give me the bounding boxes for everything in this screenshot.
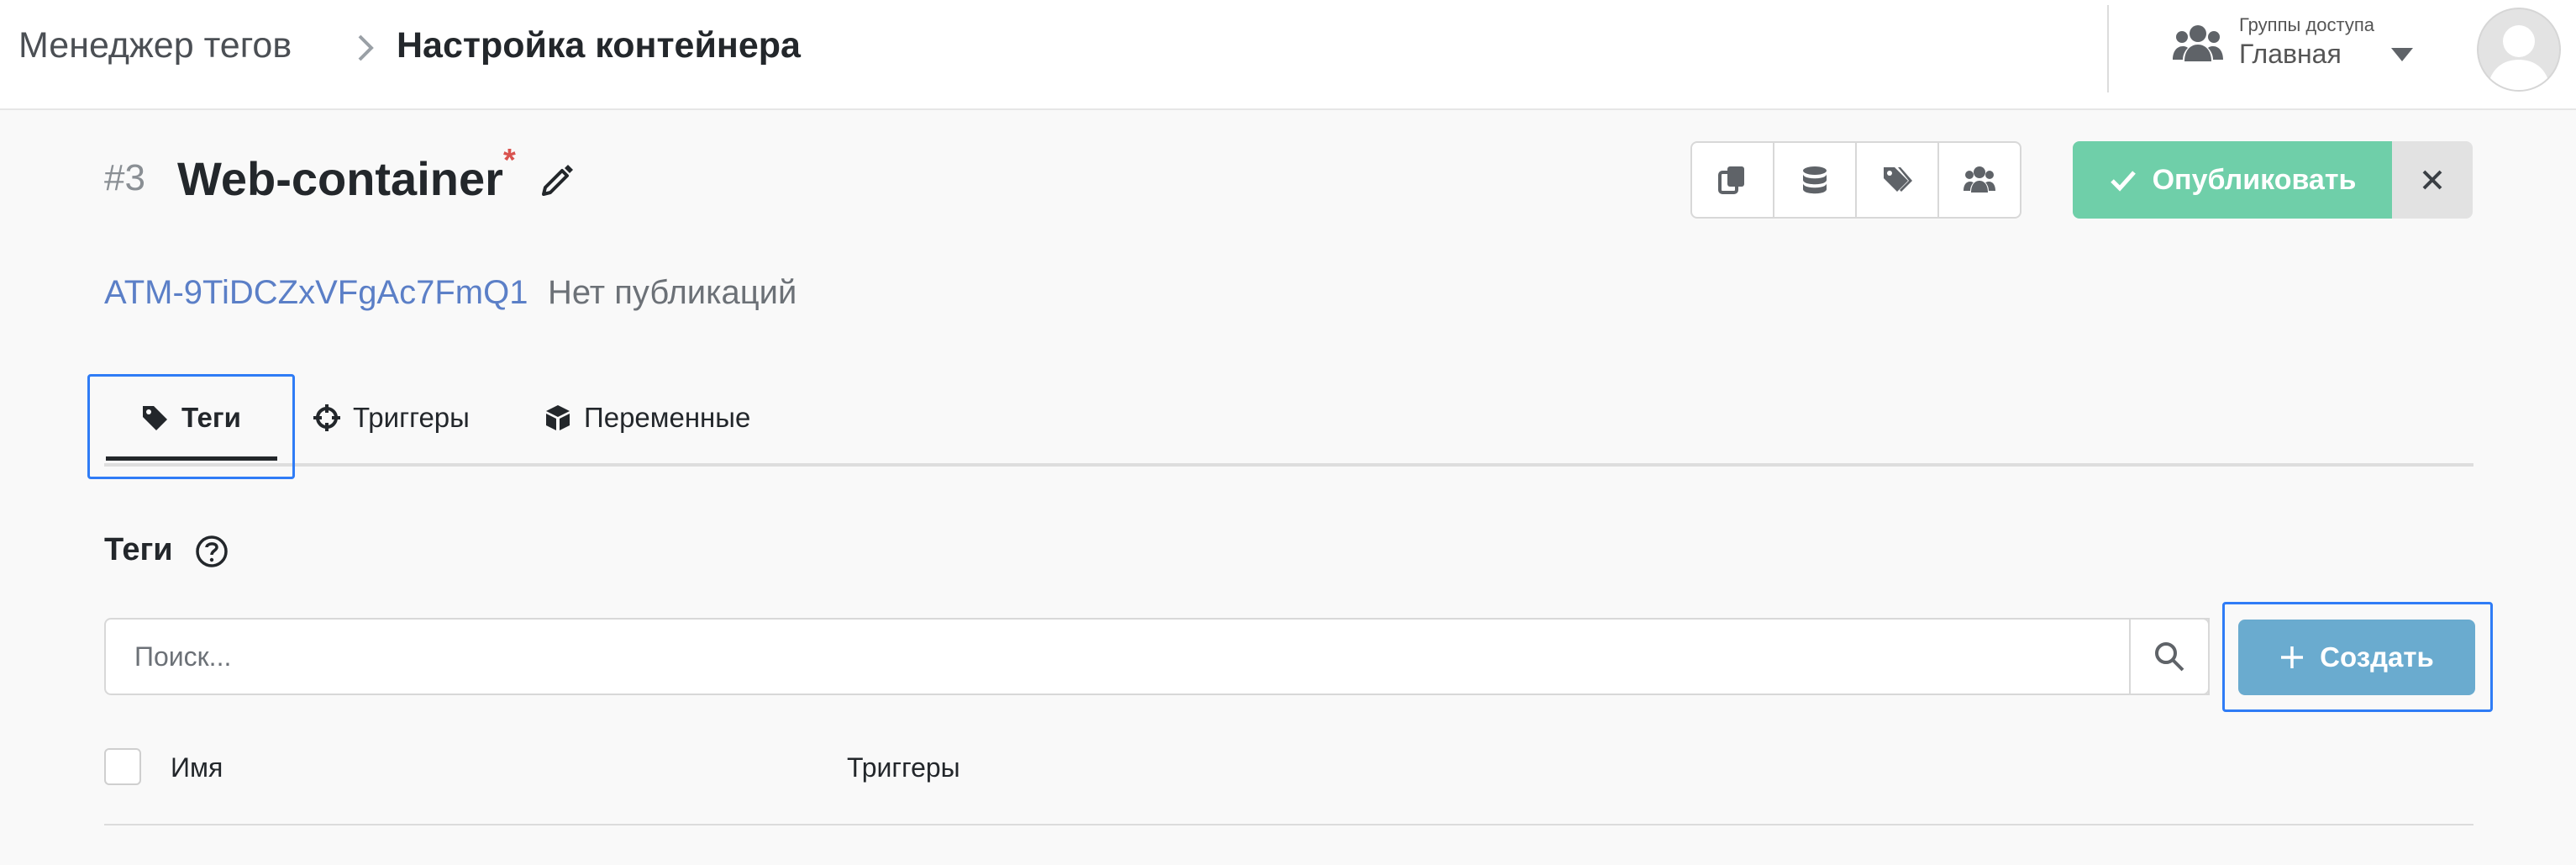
user-avatar-icon bbox=[2487, 25, 2551, 90]
tab-variables[interactable]: Переменные bbox=[544, 402, 750, 434]
container-actions bbox=[1690, 141, 2021, 219]
container-name: Web-container bbox=[177, 152, 503, 205]
unsaved-indicator: * bbox=[503, 143, 516, 178]
column-header-name[interactable]: Имя bbox=[171, 752, 223, 783]
header-divider bbox=[2107, 5, 2109, 92]
close-icon bbox=[2422, 170, 2442, 190]
container-id-link[interactable]: ATM-9TiDCZxVFgAc7FmQ1 bbox=[104, 274, 528, 312]
search-button[interactable] bbox=[2129, 618, 2210, 695]
close-button[interactable] bbox=[2392, 141, 2473, 219]
users-icon bbox=[1964, 166, 1995, 193]
users-group-icon[interactable] bbox=[2173, 23, 2223, 65]
publication-status: Нет публикаций bbox=[548, 274, 797, 311]
users-button[interactable] bbox=[1939, 143, 2020, 217]
breadcrumb-current: Настройка контейнера bbox=[397, 25, 801, 66]
search-input[interactable]: Поиск... bbox=[104, 618, 2210, 695]
tab-variables-label: Переменные bbox=[584, 402, 751, 433]
access-groups-select[interactable]: Главная bbox=[2239, 39, 2342, 70]
database-button[interactable] bbox=[1774, 143, 1857, 217]
search-icon bbox=[2155, 642, 2184, 672]
tags-icon bbox=[1884, 167, 1912, 192]
section-title: Теги bbox=[104, 532, 173, 567]
create-label: Создать bbox=[2320, 641, 2434, 672]
tabs-divider bbox=[104, 463, 2473, 467]
avatar[interactable] bbox=[2477, 8, 2561, 92]
publish-label: Опубликовать bbox=[2152, 163, 2357, 196]
cube-icon bbox=[546, 405, 570, 430]
caret-down-icon[interactable] bbox=[2391, 48, 2413, 61]
select-all-checkbox[interactable] bbox=[104, 748, 141, 785]
tab-active-indicator bbox=[106, 456, 277, 461]
database-icon bbox=[1803, 166, 1827, 194]
tab-tags-label: Теги bbox=[181, 402, 241, 433]
tag-icon bbox=[143, 406, 167, 430]
access-groups-label: Группы доступа bbox=[2239, 14, 2374, 35]
create-button[interactable]: Создать bbox=[2238, 620, 2475, 695]
help-icon[interactable] bbox=[195, 535, 229, 568]
breadcrumb-parent[interactable]: Менеджер тегов bbox=[18, 25, 292, 66]
pencil-icon[interactable] bbox=[540, 162, 576, 198]
tab-triggers-label: Триггеры bbox=[353, 402, 470, 433]
tab-tags[interactable]: Теги bbox=[141, 402, 241, 434]
chevron-right-icon bbox=[358, 34, 374, 61]
container-number: #3 bbox=[104, 157, 145, 198]
check-icon bbox=[2110, 171, 2136, 192]
copy-button[interactable] bbox=[1692, 143, 1774, 217]
column-header-triggers[interactable]: Триггеры bbox=[847, 752, 960, 783]
copy-icon bbox=[1718, 166, 1744, 194]
publish-button[interactable]: Опубликовать bbox=[2073, 141, 2392, 219]
crosshair-icon bbox=[313, 404, 340, 431]
tab-triggers[interactable]: Триггеры bbox=[313, 402, 470, 434]
tags-button[interactable] bbox=[1857, 143, 1939, 217]
plus-icon bbox=[2281, 646, 2304, 668]
table-header-divider bbox=[104, 824, 2473, 825]
